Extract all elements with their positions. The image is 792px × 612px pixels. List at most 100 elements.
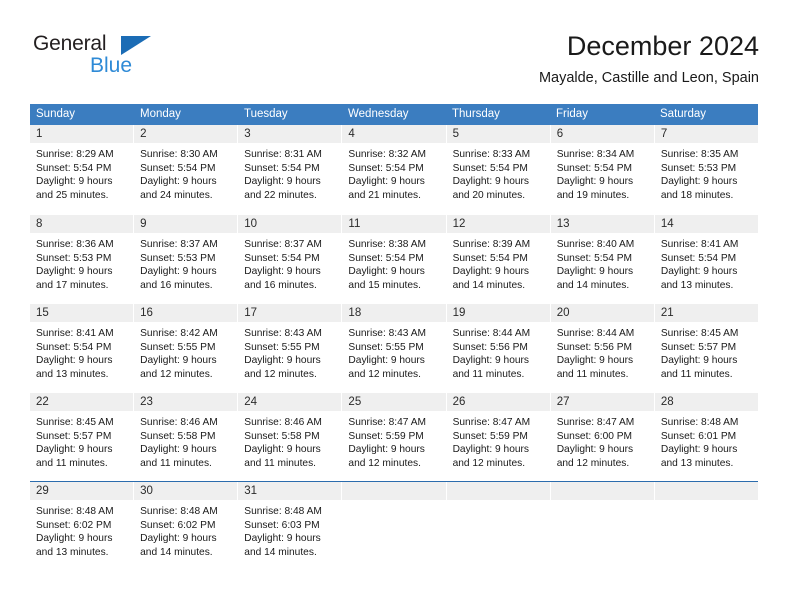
day-sunset-text: Sunset: 5:55 PM xyxy=(244,341,320,353)
day-daylight1-text: Daylight: 9 hours xyxy=(556,266,634,278)
day-daylight2-text: and 12 minutes. xyxy=(348,457,421,469)
day-sunset-text: Sunset: 5:54 PM xyxy=(244,162,320,174)
calendar-day-cell[interactable]: 14 Sunrise: 8:41 AM Sunset: 5:54 PM Dayligh… xyxy=(654,215,758,303)
weekday-header-tuesday: Tuesday xyxy=(244,108,288,120)
day-daylight2-text: and 19 minutes. xyxy=(556,189,630,201)
calendar-day-cell[interactable]: 10 Sunrise: 8:37 AM Sunset: 5:54 PM Dayligh… xyxy=(238,215,343,303)
calendar-day-cell[interactable]: 9 Sunrise: 8:37 AM Sunset: 5:53 PM Daylight… xyxy=(134,215,239,303)
calendar-day-cell[interactable]: 26 Sunrise: 8:47 AM Sunset: 5:59 PM Dayligh… xyxy=(446,393,551,481)
day-sunrise-text: Sunrise: 8:30 AM xyxy=(140,149,218,160)
day-sunset-text: Sunset: 5:54 PM xyxy=(348,252,424,264)
day-sunset-text: Sunset: 5:53 PM xyxy=(36,252,112,264)
day-number: 21 xyxy=(654,304,758,322)
day-daylight2-text: and 25 minutes. xyxy=(36,189,109,201)
day-daylight2-text: and 11 minutes. xyxy=(36,457,108,469)
day-number: 3 xyxy=(238,125,342,143)
day-number: 28 xyxy=(654,393,758,411)
day-number: 9 xyxy=(134,215,238,233)
day-sunrise-text: Sunrise: 8:41 AM xyxy=(660,239,739,250)
day-daylight2-text: and 12 minutes. xyxy=(140,368,213,380)
day-sunset-text: Sunset: 5:54 PM xyxy=(556,252,633,264)
day-sunrise-text: Sunrise: 8:47 AM xyxy=(348,417,427,428)
day-number: 1 xyxy=(30,125,134,143)
calendar-day-cell[interactable]: 23 Sunrise: 8:46 AM Sunset: 5:58 PM Dayligh… xyxy=(134,393,239,481)
calendar-day-cell[interactable]: 6 Sunrise: 8:34 AM Sunset: 5:54 PM Daylight… xyxy=(550,125,655,214)
calendar-day-cell[interactable]: 20 Sunrise: 8:44 AM Sunset: 5:56 PM Dayligh… xyxy=(550,304,655,392)
calendar-week-row: 8 Sunrise: 8:36 AM Sunset: 5:53 PM Daylight… xyxy=(30,214,758,303)
day-daylight1-text: Daylight: 9 hours xyxy=(244,444,321,456)
day-daylight2-text: and 16 minutes. xyxy=(244,279,317,291)
day-number: 18 xyxy=(342,304,446,322)
calendar-day-cell[interactable]: 13 Sunrise: 8:40 AM Sunset: 5:54 PM Dayligh… xyxy=(550,215,655,303)
day-sunrise-text: Sunrise: 8:43 AM xyxy=(244,328,322,339)
day-sunrise-text: Sunrise: 8:48 AM xyxy=(244,506,322,517)
day-sunrise-text: Sunrise: 8:46 AM xyxy=(244,417,322,428)
day-sun-info: Sunrise: 8:48 AM Sunset: 6:02 PM Daylight:… xyxy=(134,500,237,559)
weekday-header-friday: Friday xyxy=(556,108,588,120)
day-daylight1-text: Daylight: 9 hours xyxy=(244,266,321,278)
day-number: 12 xyxy=(446,215,550,233)
calendar-day-cell[interactable]: 4 Sunrise: 8:32 AM Sunset: 5:54 PM Daylight… xyxy=(342,125,447,214)
calendar-day-cell[interactable]: 31 Sunrise: 8:48 AM Sunset: 6:03 PM Dayligh… xyxy=(238,482,343,570)
day-sunrise-text: Sunrise: 8:35 AM xyxy=(660,149,739,160)
day-sunrise-text: Sunrise: 8:41 AM xyxy=(36,328,114,339)
calendar-day-cell[interactable]: 2 Sunrise: 8:30 AM Sunset: 5:54 PM Daylight… xyxy=(134,125,239,214)
calendar-day-cell[interactable]: 11 Sunrise: 8:38 AM Sunset: 5:54 PM Dayligh… xyxy=(342,215,447,303)
calendar-day-cell[interactable]: 30 Sunrise: 8:48 AM Sunset: 6:02 PM Dayligh… xyxy=(134,482,239,570)
calendar-day-cell[interactable]: 16 Sunrise: 8:42 AM Sunset: 5:55 PM Dayligh… xyxy=(134,304,239,392)
day-sunrise-text: Sunrise: 8:45 AM xyxy=(660,328,739,339)
calendar-day-cell[interactable]: 5 Sunrise: 8:33 AM Sunset: 5:54 PM Daylight… xyxy=(446,125,551,214)
day-sunrise-text: Sunrise: 8:34 AM xyxy=(556,149,635,160)
day-number: 23 xyxy=(134,393,238,411)
calendar-day-cell[interactable]: 24 Sunrise: 8:46 AM Sunset: 5:58 PM Dayligh… xyxy=(238,393,343,481)
calendar-weeks: 1 Sunrise: 8:29 AM Sunset: 5:54 PM Daylight… xyxy=(30,125,758,570)
day-sun-info: Sunrise: 8:46 AM Sunset: 5:58 PM Daylight:… xyxy=(134,411,237,470)
day-daylight1-text: Daylight: 9 hours xyxy=(660,444,738,456)
day-sunrise-text: Sunrise: 8:40 AM xyxy=(556,239,635,250)
day-number: 29 xyxy=(30,482,134,500)
day-daylight1-text: Daylight: 9 hours xyxy=(660,355,738,367)
day-sun-info: Sunrise: 8:44 AM Sunset: 5:56 PM Daylight:… xyxy=(551,322,654,381)
day-daylight1-text: Daylight: 9 hours xyxy=(244,355,321,367)
day-daylight1-text: Daylight: 9 hours xyxy=(348,355,425,367)
day-daylight2-text: and 15 minutes. xyxy=(348,279,421,291)
calendar-day-cell[interactable]: 22 Sunrise: 8:45 AM Sunset: 5:57 PM Dayligh… xyxy=(30,393,135,481)
day-sunrise-text: Sunrise: 8:45 AM xyxy=(36,417,114,428)
calendar-day-cell[interactable]: 12 Sunrise: 8:39 AM Sunset: 5:54 PM Dayligh… xyxy=(446,215,551,303)
day-sun-info: Sunrise: 8:32 AM Sunset: 5:54 PM Daylight:… xyxy=(342,143,445,202)
day-sunrise-text: Sunrise: 8:36 AM xyxy=(36,239,114,250)
calendar-day-cell[interactable]: 3 Sunrise: 8:31 AM Sunset: 5:54 PM Daylight… xyxy=(238,125,343,214)
calendar-day-cell[interactable]: 7 Sunrise: 8:35 AM Sunset: 5:53 PM Daylight… xyxy=(654,125,758,214)
day-sunrise-text: Sunrise: 8:44 AM xyxy=(452,328,531,339)
calendar-day-cell[interactable]: 15 Sunrise: 8:41 AM Sunset: 5:54 PM Dayligh… xyxy=(30,304,135,392)
calendar-day-cell[interactable]: 25 Sunrise: 8:47 AM Sunset: 5:59 PM Dayligh… xyxy=(342,393,447,481)
day-daylight1-text: Daylight: 9 hours xyxy=(348,176,425,188)
calendar-day-cell[interactable]: 27 Sunrise: 8:47 AM Sunset: 6:00 PM Dayligh… xyxy=(550,393,655,481)
calendar-day-cell[interactable]: 18 Sunrise: 8:43 AM Sunset: 5:55 PM Dayligh… xyxy=(342,304,447,392)
page-subtitle: Mayalde, Castille and Leon, Spain xyxy=(538,70,759,86)
day-daylight2-text: and 12 minutes. xyxy=(556,457,630,469)
day-number: 20 xyxy=(550,304,654,322)
calendar-day-cell[interactable]: 28 Sunrise: 8:48 AM Sunset: 6:01 PM Dayligh… xyxy=(654,393,758,481)
day-daylight2-text: and 13 minutes. xyxy=(36,368,109,380)
calendar-day-cell[interactable]: 1 Sunrise: 8:29 AM Sunset: 5:54 PM Daylight… xyxy=(30,125,135,214)
day-sunset-text: Sunset: 5:53 PM xyxy=(660,162,737,174)
day-number xyxy=(550,482,654,500)
day-sunset-text: Sunset: 5:57 PM xyxy=(660,341,737,353)
day-sun-info: Sunrise: 8:37 AM Sunset: 5:54 PM Daylight:… xyxy=(238,233,341,292)
calendar-day-cell[interactable]: 19 Sunrise: 8:44 AM Sunset: 5:56 PM Dayligh… xyxy=(446,304,551,392)
calendar-day-cell[interactable]: 21 Sunrise: 8:45 AM Sunset: 5:57 PM Dayligh… xyxy=(654,304,758,392)
calendar-day-cell[interactable]: 8 Sunrise: 8:36 AM Sunset: 5:53 PM Daylight… xyxy=(30,215,135,303)
day-sun-info: Sunrise: 8:34 AM Sunset: 5:54 PM Daylight:… xyxy=(551,143,654,202)
page-header: General Blue December 2024 Mayalde, Cast… xyxy=(30,30,759,96)
day-daylight2-text: and 12 minutes. xyxy=(452,457,526,469)
day-sun-info: Sunrise: 8:33 AM Sunset: 5:54 PM Daylight:… xyxy=(447,143,550,202)
day-number: 6 xyxy=(550,125,654,143)
day-number: 15 xyxy=(30,304,134,322)
calendar-day-cell[interactable]: 29 Sunrise: 8:48 AM Sunset: 6:02 PM Dayligh… xyxy=(30,482,135,570)
day-sun-info: Sunrise: 8:38 AM Sunset: 5:54 PM Daylight:… xyxy=(342,233,445,292)
calendar-day-cell[interactable]: 17 Sunrise: 8:43 AM Sunset: 5:55 PM Dayligh… xyxy=(238,304,343,392)
day-daylight1-text: Daylight: 9 hours xyxy=(452,355,530,367)
day-daylight1-text: Daylight: 9 hours xyxy=(140,444,217,456)
weekday-header-thursday: Thursday xyxy=(452,108,500,120)
